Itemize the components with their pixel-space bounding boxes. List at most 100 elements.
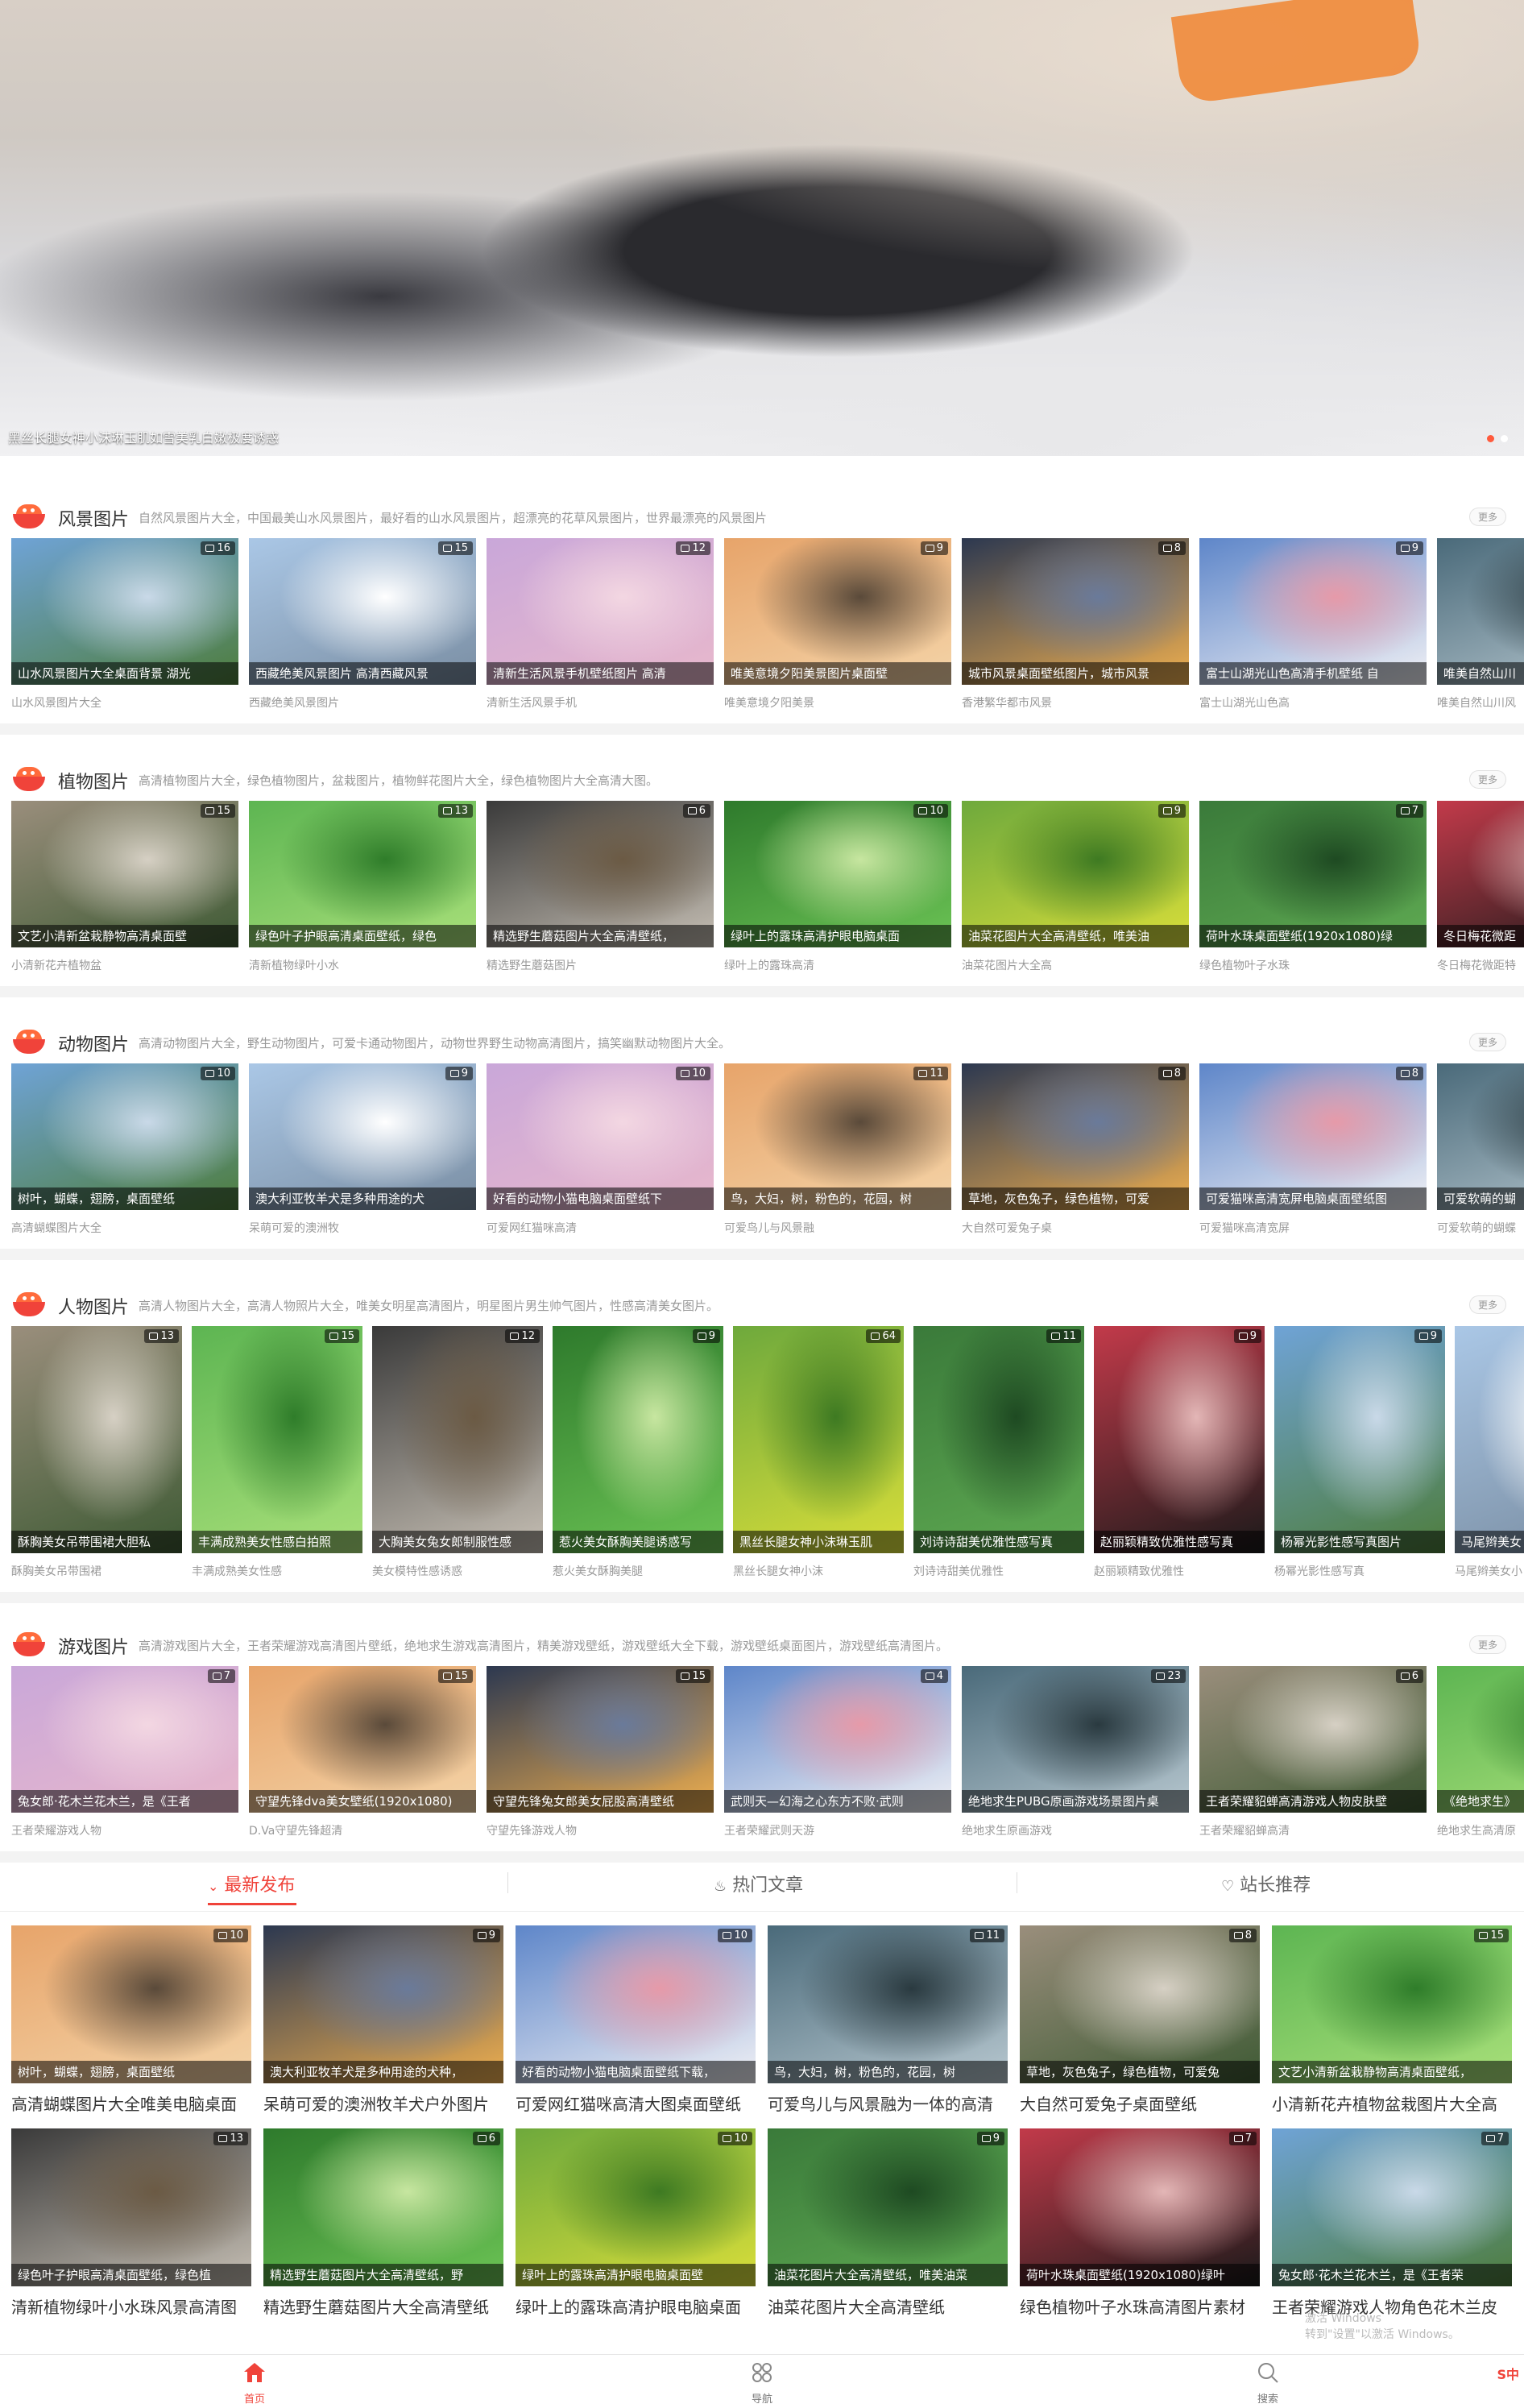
image-card[interactable]: 11 鸟，大妇，树，粉色的，花园，树可爱鸟儿与风景融 [724, 1063, 951, 1239]
image-card[interactable]: 64 黑丝长腿女神小沫琳玉肌黑丝长腿女神小沫 [733, 1326, 904, 1582]
card-subtitle[interactable]: 酥胸美女吊带围裙 [11, 1563, 182, 1579]
hero-dot[interactable] [1501, 435, 1508, 442]
card-thumbnail[interactable]: 23 绝地求生PUBG原画游戏场景图片桌 [962, 1666, 1189, 1813]
image-card[interactable]: 10 树叶，蝴蝶，翅膀，桌面壁纸 高清蝴蝶图片大全 [11, 1063, 238, 1239]
image-card[interactable]: 可爱软萌的蝴 可爱软萌的蝴蝶 [1437, 1063, 1524, 1239]
card-thumbnail[interactable]: 10 绿叶上的露珠高清护眼电脑桌面 [724, 801, 951, 947]
card-thumbnail[interactable]: 64 黑丝长腿女神小沫琳玉肌 [733, 1326, 904, 1553]
card-subtitle[interactable]: 王者荣耀貂蝉高清 [1199, 1822, 1427, 1838]
latest-card[interactable]: 7 荷叶水珠桌面壁纸(1920x1080)绿叶 绿色植物叶子水珠高清图片素材 [1020, 2128, 1260, 2319]
image-card[interactable]: 15 丰满成熟美女性感白拍照 丰满成熟美女性感 [192, 1326, 362, 1582]
card-caption[interactable]: 小清新花卉植物盆栽图片大全高 [1272, 2091, 1512, 2115]
image-card[interactable]: 9 杨幂光影性感写真图片杨幂光影性感写真 [1274, 1326, 1445, 1582]
more-button[interactable]: 更多 [1468, 1635, 1506, 1654]
card-caption[interactable]: 精选野生蘑菇图片大全高清壁纸 [263, 2294, 503, 2318]
image-card[interactable]: 8 城市风景桌面壁纸图片，城市风景 香港繁华都市风景 [962, 538, 1189, 714]
latest-card[interactable]: 10 树叶，蝴蝶，翅膀，桌面壁纸 高清蝴蝶图片大全唯美电脑桌面 [11, 1925, 251, 2116]
section-title[interactable]: 风景图片 [58, 505, 129, 531]
card-thumbnail[interactable]: 冬日梅花微距 [1437, 801, 1524, 947]
card-subtitle[interactable]: 精选野生蘑菇图片 [487, 957, 714, 973]
card-subtitle[interactable]: 丰满成熟美女性感 [192, 1563, 362, 1579]
card-subtitle[interactable]: 守望先锋游戏人物 [487, 1822, 714, 1838]
card-thumbnail[interactable]: 9 惹火美女酥胸美腿诱惑写 [553, 1326, 723, 1553]
card-subtitle[interactable]: 小清新花卉植物盆 [11, 957, 238, 973]
card-thumbnail[interactable]: 9 澳大利亚牧羊犬是多种用途的犬种， [263, 1925, 503, 2083]
card-thumbnail[interactable]: 11 鸟，大妇，树，粉色的，花园，树 [724, 1063, 951, 1210]
card-subtitle[interactable]: 唯美意境夕阳美景 [724, 694, 951, 711]
card-thumbnail[interactable]: 9 杨幂光影性感写真图片 [1274, 1326, 1445, 1553]
card-subtitle[interactable]: 赵丽颖精致优雅性 [1094, 1563, 1265, 1579]
card-subtitle[interactable]: 绝地求生原画游戏 [962, 1822, 1189, 1838]
card-thumbnail[interactable]: 10 绿叶上的露珠高清护眼电脑桌面壁 [516, 2128, 756, 2286]
more-button[interactable]: 更多 [1468, 508, 1506, 526]
image-card[interactable]: 10 绿叶上的露珠高清护眼电脑桌面绿叶上的露珠高清 [724, 801, 951, 976]
more-button[interactable]: 更多 [1468, 1033, 1506, 1051]
card-subtitle[interactable]: 黑丝长腿女神小沫 [733, 1563, 904, 1579]
image-card[interactable]: 9 惹火美女酥胸美腿诱惑写惹火美女酥胸美腿 [553, 1326, 723, 1582]
card-caption[interactable]: 可爱鸟儿与风景融为一体的高清 [768, 2091, 1008, 2115]
card-subtitle[interactable]: 王者荣耀武则天游 [724, 1822, 951, 1838]
card-thumbnail[interactable]: 16 山水风景图片大全桌面背景 湖光 [11, 538, 238, 685]
card-thumbnail[interactable]: 9 澳大利亚牧羊犬是多种用途的犬 [249, 1063, 476, 1210]
image-card[interactable]: 9 唯美意境夕阳美景图片桌面壁 唯美意境夕阳美景 [724, 538, 951, 714]
card-subtitle[interactable]: 呆萌可爱的澳洲牧 [249, 1220, 476, 1236]
card-subtitle[interactable]: 香港繁华都市风景 [962, 694, 1189, 711]
card-thumbnail[interactable]: 7 荷叶水珠桌面壁纸(1920x1080)绿 [1199, 801, 1427, 947]
card-thumbnail[interactable]: 13 酥胸美女吊带围裙大胆私 [11, 1326, 182, 1553]
card-subtitle[interactable]: 可爱猫咪高清宽屏 [1199, 1220, 1427, 1236]
card-thumbnail[interactable]: 12 大胸美女兔女郎制服性感 [372, 1326, 543, 1553]
card-subtitle[interactable]: 马尾辫美女小 [1455, 1563, 1524, 1579]
card-thumbnail[interactable]: 马尾辫美女 [1455, 1326, 1524, 1553]
card-thumbnail[interactable]: 15 文艺小清新盆栽静物高清桌面壁纸， [1272, 1925, 1512, 2083]
tab-recommend[interactable]: ♡ 站长推荐 [1221, 1871, 1311, 1896]
card-subtitle[interactable]: 杨幂光影性感写真 [1274, 1563, 1445, 1579]
card-subtitle[interactable]: 绿叶上的露珠高清 [724, 957, 951, 973]
latest-card[interactable]: 15 文艺小清新盆栽静物高清桌面壁纸， 小清新花卉植物盆栽图片大全高 [1272, 1925, 1512, 2116]
card-caption[interactable]: 高清蝴蝶图片大全唯美电脑桌面 [11, 2091, 251, 2115]
image-card[interactable]: 15 守望先锋dva美女壁纸(1920x1080) D.Va守望先锋超清 [249, 1666, 476, 1842]
card-subtitle[interactable]: 刘诗诗甜美优雅性 [913, 1563, 1084, 1579]
image-card[interactable]: 9 油菜花图片大全高清壁纸，唯美油 油菜花图片大全高 [962, 801, 1189, 976]
hero-banner[interactable]: 黑丝长腿女神小沫琳玉肌如雪美乳白嫩极度诱惑 [0, 0, 1524, 456]
card-subtitle[interactable]: 可爱网红猫咪高清 [487, 1220, 714, 1236]
hero-caption[interactable]: 黑丝长腿女神小沫琳玉肌如雪美乳白嫩极度诱惑 [8, 427, 279, 446]
image-card[interactable]: 15 西藏绝美风景图片 高清西藏风景 西藏绝美风景图片 [249, 538, 476, 714]
card-subtitle[interactable]: 可爱鸟儿与风景融 [724, 1220, 951, 1236]
card-thumbnail[interactable]: 9 赵丽颖精致优雅性感写真 [1094, 1326, 1265, 1553]
card-subtitle[interactable]: 富士山湖光山色高 [1199, 694, 1427, 711]
image-card[interactable]: 12 清新生活风景手机壁纸图片 高清 清新生活风景手机 [487, 538, 714, 714]
image-card[interactable]: 15 守望先锋兔女郎美女屁股高清壁纸守望先锋游戏人物 [487, 1666, 714, 1842]
card-subtitle[interactable]: 清新生活风景手机 [487, 694, 714, 711]
image-card[interactable]: 9 赵丽颖精致优雅性感写真赵丽颖精致优雅性 [1094, 1326, 1265, 1582]
card-subtitle[interactable]: 油菜花图片大全高 [962, 957, 1189, 973]
hero-dot[interactable] [1487, 435, 1494, 442]
section-title[interactable]: 动物图片 [58, 1030, 129, 1056]
more-button[interactable]: 更多 [1468, 770, 1506, 789]
card-subtitle[interactable]: 山水风景图片大全 [11, 694, 238, 711]
more-button[interactable]: 更多 [1468, 1295, 1506, 1314]
card-thumbnail[interactable]: 唯美自然山川 [1437, 538, 1524, 685]
card-subtitle[interactable]: 可爱软萌的蝴蝶 [1437, 1220, 1524, 1236]
nav-navigation[interactable]: 导航 [730, 2361, 794, 2406]
card-thumbnail[interactable]: 15 守望先锋兔女郎美女屁股高清壁纸 [487, 1666, 714, 1813]
image-card[interactable]: 15 文艺小清新盆栽静物高清桌面壁小清新花卉植物盆 [11, 801, 238, 976]
image-card[interactable]: 马尾辫美女马尾辫美女小 [1455, 1326, 1524, 1582]
card-thumbnail[interactable]: 15 文艺小清新盆栽静物高清桌面壁 [11, 801, 238, 947]
latest-card[interactable]: 8 草地，灰色兔子，绿色植物，可爱兔 大自然可爱兔子桌面壁纸 [1020, 1925, 1260, 2116]
card-thumbnail[interactable]: 9 富士山湖光山色高清手机壁纸 自 [1199, 538, 1427, 685]
section-title[interactable]: 人物图片 [58, 1293, 129, 1319]
image-card[interactable]: 《绝地求生》 绝地求生高清原 [1437, 1666, 1524, 1842]
card-thumbnail[interactable]: 8 草地，灰色兔子，绿色植物，可爱兔 [1020, 1925, 1260, 2083]
card-subtitle[interactable]: 惹火美女酥胸美腿 [553, 1563, 723, 1579]
card-subtitle[interactable]: 清新植物绿叶小水 [249, 957, 476, 973]
card-caption[interactable]: 清新植物绿叶小水珠风景高清图 [11, 2294, 251, 2318]
card-thumbnail[interactable]: 13 绿色叶子护眼高清桌面壁纸，绿色植 [11, 2128, 251, 2286]
card-thumbnail[interactable]: 10 树叶，蝴蝶，翅膀，桌面壁纸 [11, 1063, 238, 1210]
card-thumbnail[interactable]: 11 刘诗诗甜美优雅性感写真 [913, 1326, 1084, 1553]
image-card[interactable]: 6 王者荣耀貂蝉高清游戏人物皮肤壁 王者荣耀貂蝉高清 [1199, 1666, 1427, 1842]
image-card[interactable]: 8 草地，灰色兔子，绿色植物，可爱 大自然可爱兔子桌 [962, 1063, 1189, 1239]
card-subtitle[interactable]: 绝地求生高清原 [1437, 1822, 1524, 1838]
latest-card[interactable]: 9 澳大利亚牧羊犬是多种用途的犬种， 呆萌可爱的澳洲牧羊犬户外图片 [263, 1925, 503, 2116]
image-card[interactable]: 6 精选野生蘑菇图片大全高清壁纸， 精选野生蘑菇图片 [487, 801, 714, 976]
card-subtitle[interactable]: 美女模特性感诱惑 [372, 1563, 543, 1579]
